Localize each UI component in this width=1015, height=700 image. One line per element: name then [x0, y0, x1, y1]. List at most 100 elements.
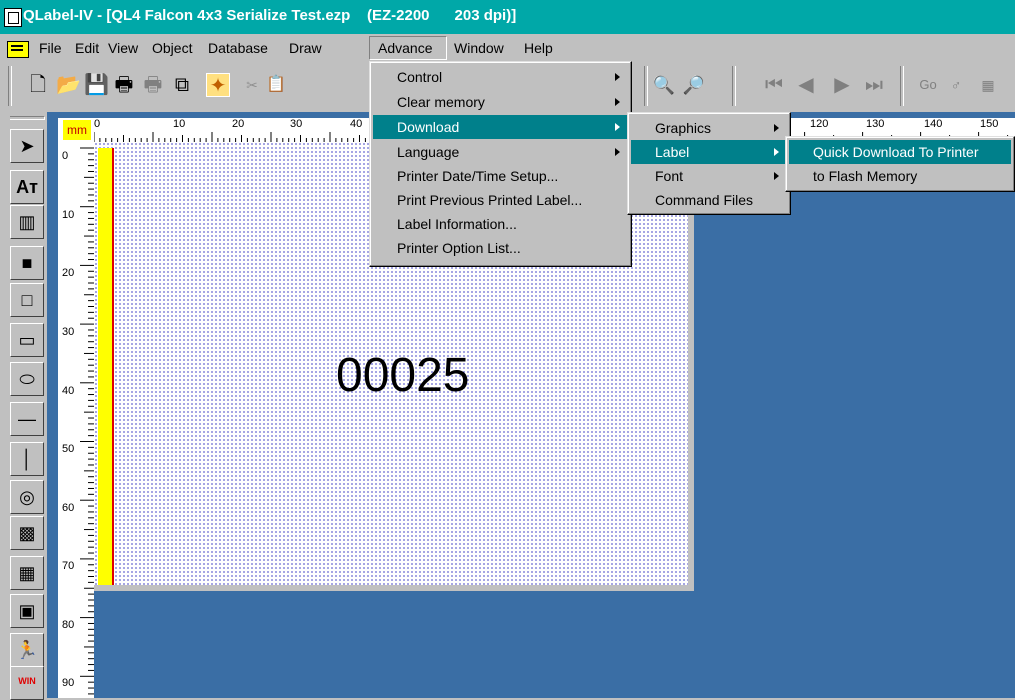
- menu-file[interactable]: File: [39, 40, 62, 56]
- ruler-h-label: 10: [173, 118, 186, 130]
- ruler-h-label: 130: [866, 118, 885, 130]
- zoom-out-icon[interactable]: 🔍: [652, 73, 676, 97]
- app-icon[interactable]: [4, 8, 22, 27]
- menu-item-label: Quick Download To Printer: [813, 144, 979, 160]
- new-file-icon[interactable]: 🗋: [26, 73, 50, 97]
- vertical-line-tool-icon[interactable]: │: [10, 442, 44, 476]
- prev-record-icon[interactable]: ◀: [794, 73, 818, 97]
- ruler-h-label: 30: [290, 118, 303, 130]
- next-record-icon[interactable]: ▶: [830, 73, 854, 97]
- menu-item-printer-option-list[interactable]: Printer Option List...: [373, 236, 628, 260]
- rect-tool-icon[interactable]: □: [10, 283, 44, 317]
- menu-window[interactable]: Window: [454, 40, 504, 56]
- menu-object[interactable]: Object: [152, 40, 192, 56]
- menu-item-print-previous[interactable]: Print Previous Printed Label...: [373, 188, 628, 212]
- select-arrow-icon[interactable]: ➤: [10, 129, 44, 163]
- menu-item-label-information[interactable]: Label Information...: [373, 212, 628, 236]
- toolbar-separator-3: [900, 66, 904, 106]
- menu-help[interactable]: Help: [524, 40, 553, 56]
- submenu-arrow-icon: [774, 124, 779, 132]
- open-folder-icon[interactable]: 📂: [56, 73, 81, 97]
- ruler-v-label: 60: [62, 502, 75, 514]
- menu-item-clear-memory[interactable]: Clear memory: [373, 90, 628, 114]
- ruler-v-label: 40: [62, 385, 75, 397]
- advance-menu: Control Clear memory Download Language P…: [369, 61, 632, 267]
- document-menu-icon[interactable]: [7, 41, 29, 58]
- label-text-object[interactable]: 00025: [336, 348, 469, 403]
- go-button[interactable]: Go: [916, 73, 940, 97]
- qrcode-tool-icon[interactable]: ▣: [10, 594, 44, 628]
- window-title: QLabel-IV - [QL4 Falcon 4x3 Serialize Te…: [23, 7, 517, 24]
- print-preview-icon[interactable]: 🖶: [141, 73, 165, 97]
- save-icon[interactable]: 💾: [84, 73, 109, 97]
- submenu-arrow-icon: [615, 123, 620, 131]
- ruler-v-label: 10: [62, 209, 75, 221]
- label-left-margin-bar: [98, 148, 114, 585]
- menu-view[interactable]: View: [108, 40, 138, 56]
- submenu-arrow-icon: [615, 73, 620, 81]
- menu-item-graphics[interactable]: Graphics: [631, 116, 787, 140]
- menu-item-font[interactable]: Font: [631, 164, 787, 188]
- toolbar-separator-2: [732, 66, 736, 106]
- ruler-v-label: 30: [62, 326, 75, 338]
- menu-advance[interactable]: Advance: [378, 40, 432, 56]
- download-submenu: Graphics Label Font Command Files: [627, 112, 791, 215]
- menu-item-control[interactable]: Control: [373, 65, 628, 89]
- menu-item-label: Label: [655, 144, 690, 160]
- windows-font-tool-icon[interactable]: WIN: [10, 666, 44, 700]
- zoom-in-icon[interactable]: 🔎: [682, 73, 706, 97]
- menu-item-label: Label Information...: [397, 216, 517, 232]
- menu-item-command-files[interactable]: Command Files: [631, 188, 787, 212]
- maxicode-tool-icon[interactable]: ◎: [10, 480, 44, 514]
- menu-item-label: Font: [655, 168, 684, 184]
- menu-item-quick-download[interactable]: Quick Download To Printer: [789, 140, 1011, 164]
- menu-item-label: Download: [397, 119, 460, 135]
- submenu-arrow-icon: [774, 172, 779, 180]
- menu-item-label-submenu[interactable]: Label: [631, 140, 787, 164]
- barcode-tool-icon[interactable]: ▥: [10, 205, 44, 239]
- last-record-icon[interactable]: ⏭: [862, 73, 886, 97]
- menu-item-flash-memory[interactable]: to Flash Memory: [789, 164, 1011, 188]
- menu-item-label: Print Previous Printed Label...: [397, 192, 583, 208]
- menu-item-printer-datetime[interactable]: Printer Date/Time Setup...: [373, 164, 628, 188]
- ruler-v-label: 0: [62, 150, 69, 162]
- first-record-icon[interactable]: ⏮: [762, 73, 786, 97]
- database-grid-icon[interactable]: ▦: [976, 73, 1000, 97]
- run-tool-icon[interactable]: 🏃: [10, 633, 44, 667]
- menu-item-download[interactable]: Download: [373, 115, 628, 139]
- menu-item-label: to Flash Memory: [813, 168, 918, 184]
- menu-item-label: Command Files: [655, 192, 754, 208]
- menu-database[interactable]: Database: [208, 40, 268, 56]
- paste-icon[interactable]: 📋: [264, 73, 288, 97]
- cut-icon[interactable]: ✂: [240, 73, 264, 97]
- title-bar: QLabel-IV - [QL4 Falcon 4x3 Serialize Te…: [0, 0, 1015, 34]
- ruler-h-label: 120: [810, 118, 829, 130]
- toolbar-separator: [644, 66, 648, 106]
- highlight-tool-icon[interactable]: ✦: [206, 73, 230, 97]
- menu-draw[interactable]: Draw: [289, 40, 322, 56]
- submenu-arrow-icon: [774, 148, 779, 156]
- menu-item-label: Control: [397, 69, 443, 85]
- filled-rect-tool-icon[interactable]: ■: [10, 246, 44, 280]
- text-tool-icon[interactable]: Aᴛ: [10, 170, 44, 204]
- ruler-h-label: 40: [350, 118, 363, 130]
- find-record-icon[interactable]: ♂: [944, 73, 968, 97]
- toolbox-grip: [10, 116, 45, 120]
- ruler-h-label: 150: [980, 118, 999, 130]
- horizontal-line-tool-icon[interactable]: —: [10, 402, 44, 436]
- ruler-unit-toggle[interactable]: mm: [63, 120, 91, 140]
- ruler-v-label: 20: [62, 267, 75, 279]
- ruler-h-label: 140: [924, 118, 943, 130]
- pdf417-tool-icon[interactable]: ▩: [10, 516, 44, 550]
- print-icon[interactable]: 🖶: [112, 73, 136, 97]
- ruler-h-label: 0: [94, 118, 101, 130]
- menu-item-label: Clear memory: [397, 94, 485, 110]
- ellipse-tool-icon[interactable]: ⬭: [10, 362, 44, 396]
- copy-icon[interactable]: ⧉: [170, 73, 194, 97]
- vertical-ruler: [58, 142, 94, 698]
- menu-item-language[interactable]: Language: [373, 140, 628, 164]
- toolbar-grip: [8, 66, 12, 106]
- datamatrix-tool-icon[interactable]: ▦: [10, 556, 44, 590]
- rounded-rect-tool-icon[interactable]: ▭: [10, 323, 44, 357]
- menu-edit[interactable]: Edit: [75, 40, 99, 56]
